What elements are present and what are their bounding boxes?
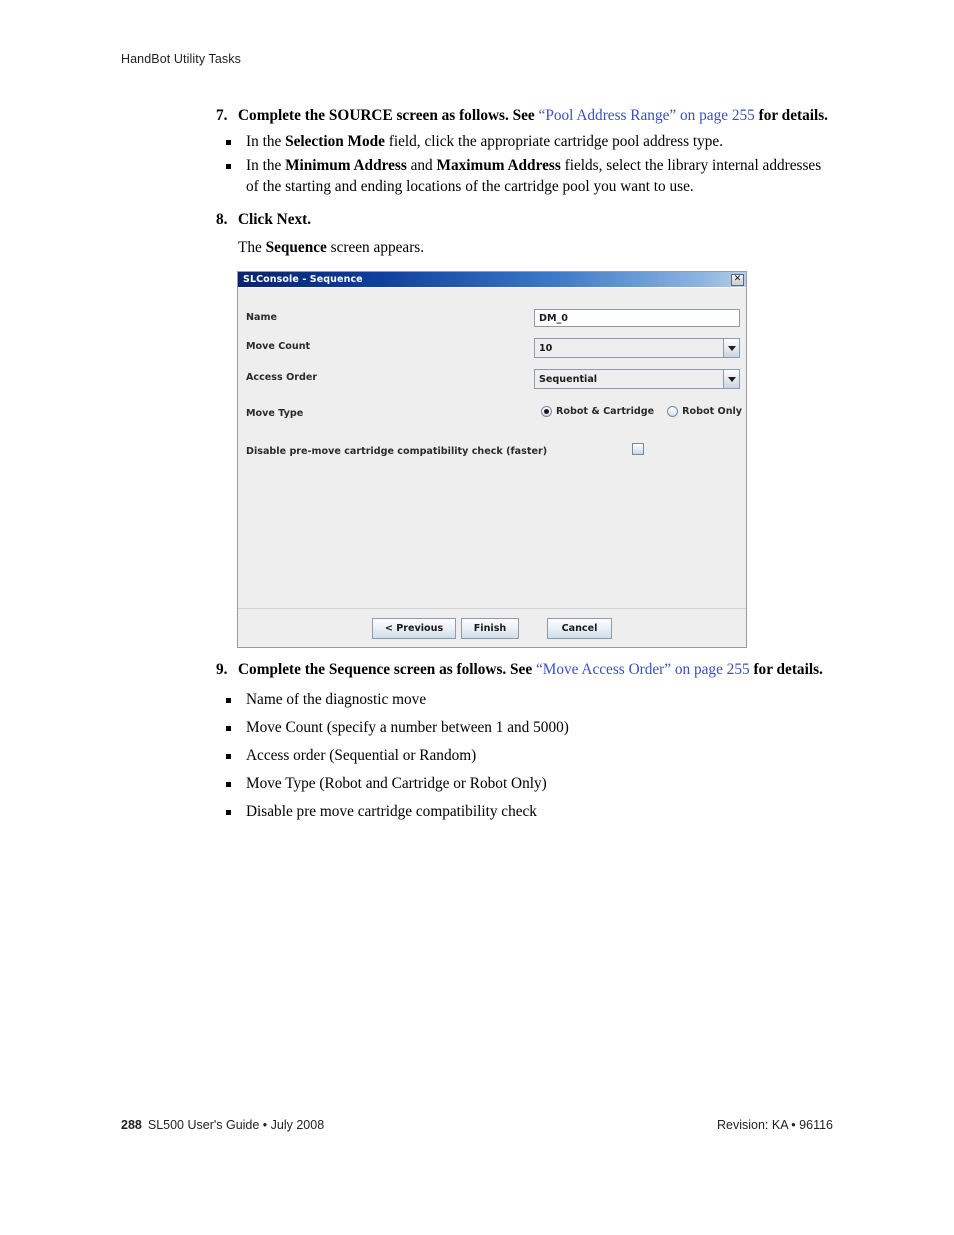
chevron-down-glyph bbox=[727, 345, 736, 351]
radio-robot-only-label: Robot Only bbox=[682, 406, 743, 417]
slconsole-sequence-dialog: SLConsole - Sequence ✕ Name DM_0 Move Co… bbox=[237, 271, 747, 648]
page-footer: 288 SL500 User's Guide • July 2008 Revis… bbox=[121, 1118, 833, 1132]
finish-button[interactable]: Finish bbox=[461, 618, 519, 639]
result-suffix: screen appears. bbox=[326, 239, 425, 257]
chevron-down-icon[interactable] bbox=[723, 369, 740, 389]
move-count-value[interactable]: 10 bbox=[534, 338, 723, 358]
bullet-7-2-seg-2: and bbox=[406, 157, 437, 175]
step-7-number: 7. bbox=[216, 107, 228, 124]
previous-button[interactable]: < Previous bbox=[372, 618, 456, 639]
disable-precheck-checkbox[interactable] bbox=[632, 443, 644, 455]
move-type-label: Move Type bbox=[246, 408, 304, 419]
list-item: Name of the diagnostic move bbox=[216, 690, 836, 711]
close-icon[interactable]: ✕ bbox=[731, 273, 744, 286]
radio-selected-icon[interactable] bbox=[541, 406, 552, 417]
button-bar-divider bbox=[238, 608, 746, 609]
bullet-7-2-seg-3: Maximum Address bbox=[436, 157, 561, 175]
step-8-result-line: The Sequence screen appears. bbox=[216, 238, 836, 258]
disable-precheck-row: Disable pre-move cartridge compatibility… bbox=[246, 446, 738, 457]
list-item: In the Selection Mode field, click the a… bbox=[216, 132, 836, 153]
radio-robot-and-cartridge-label: Robot & Cartridge bbox=[556, 406, 655, 417]
access-order-value[interactable]: Sequential bbox=[534, 369, 723, 389]
step-8: 8. Click Next. bbox=[216, 210, 836, 230]
step-7: 7. Complete the SOURCE screen as follows… bbox=[216, 106, 836, 126]
bullet-7-1-seg-0: In the bbox=[246, 133, 286, 151]
name-input[interactable]: DM_0 bbox=[534, 309, 740, 327]
running-head: HandBot Utility Tasks bbox=[121, 52, 241, 66]
list-item: Move Count (specify a number between 1 a… bbox=[216, 718, 836, 739]
bullet-7-1-seg-2: field, click the appropriate cartridge p… bbox=[384, 133, 724, 151]
dialog-body: Name DM_0 Move Count 10 Access Order Seq… bbox=[238, 287, 746, 647]
step-9: 9. Complete the Sequence screen as follo… bbox=[216, 660, 836, 680]
move-type-radio-group: Robot & Cartridge Robot Only bbox=[541, 406, 742, 417]
radio-robot-and-cartridge[interactable]: Robot & Cartridge bbox=[541, 406, 654, 417]
list-item: Disable pre move cartridge compatibility… bbox=[216, 802, 836, 823]
name-label: Name bbox=[246, 312, 278, 323]
step-9-text: Complete the Sequence screen as follows.… bbox=[238, 660, 836, 680]
result-prefix: The bbox=[238, 239, 266, 257]
move-count-combobox[interactable]: 10 bbox=[534, 338, 740, 358]
step-7-text: Complete the SOURCE screen as follows. S… bbox=[238, 106, 836, 126]
footer-guide-title: SL500 User's Guide • July 2008 bbox=[147, 1118, 325, 1132]
bullet-7-1-seg-1: Selection Mode bbox=[285, 133, 385, 151]
bullet-7-2-seg-0: In the bbox=[246, 157, 286, 175]
radio-unselected-icon[interactable] bbox=[667, 406, 679, 417]
list-item: Move Type (Robot and Cartridge or Robot … bbox=[216, 774, 836, 795]
step-9-number: 9. bbox=[216, 661, 228, 678]
footer-left: 288 SL500 User's Guide • July 2008 bbox=[121, 1118, 324, 1132]
dialog-button-bar: < Previous Finish Cancel bbox=[238, 618, 746, 639]
step-9-bullet-list: Name of the diagnostic move Move Count (… bbox=[216, 690, 836, 822]
access-order-combobox[interactable]: Sequential bbox=[534, 369, 740, 389]
move-count-label: Move Count bbox=[246, 341, 311, 352]
list-item: In the Minimum Address and Maximum Addre… bbox=[216, 156, 836, 198]
step-9-cross-reference-link[interactable]: “Move Access Order” on page 255 bbox=[536, 661, 750, 678]
list-item: Access order (Sequential or Random) bbox=[216, 746, 836, 767]
step-7-cross-reference-link[interactable]: “Pool Address Range” on page 255 bbox=[539, 107, 755, 124]
step-9-section: 9. Complete the Sequence screen as follo… bbox=[216, 660, 836, 829]
step-9-text-after: for details. bbox=[749, 661, 823, 678]
step-8-text: Click Next. bbox=[238, 210, 312, 228]
footer-revision: Revision: KA • 96116 bbox=[716, 1118, 833, 1132]
chevron-down-glyph bbox=[727, 376, 736, 382]
step-7-text-before: Complete the SOURCE screen as follows. S… bbox=[238, 107, 539, 124]
bullet-7-2-seg-1: Minimum Address bbox=[285, 157, 407, 175]
access-order-label: Access Order bbox=[246, 372, 318, 383]
radio-robot-only[interactable]: Robot Only bbox=[667, 406, 742, 417]
chevron-down-icon[interactable] bbox=[723, 338, 740, 358]
step-7-bullet-list: In the Selection Mode field, click the a… bbox=[216, 132, 836, 197]
result-bold: Sequence bbox=[265, 239, 327, 257]
step-8-number: 8. bbox=[216, 210, 228, 228]
cancel-button[interactable]: Cancel bbox=[547, 618, 612, 639]
step-7-text-after: for details. bbox=[754, 107, 829, 124]
dialog-titlebar[interactable]: SLConsole - Sequence ✕ bbox=[238, 272, 746, 287]
footer-page-number: 288 bbox=[121, 1118, 142, 1132]
page-content: 7. Complete the SOURCE screen as follows… bbox=[216, 106, 836, 259]
step-9-text-before: Complete the Sequence screen as follows.… bbox=[238, 661, 536, 678]
disable-precheck-label: Disable pre-move cartridge compatibility… bbox=[246, 446, 548, 457]
dialog-title: SLConsole - Sequence bbox=[243, 274, 363, 285]
